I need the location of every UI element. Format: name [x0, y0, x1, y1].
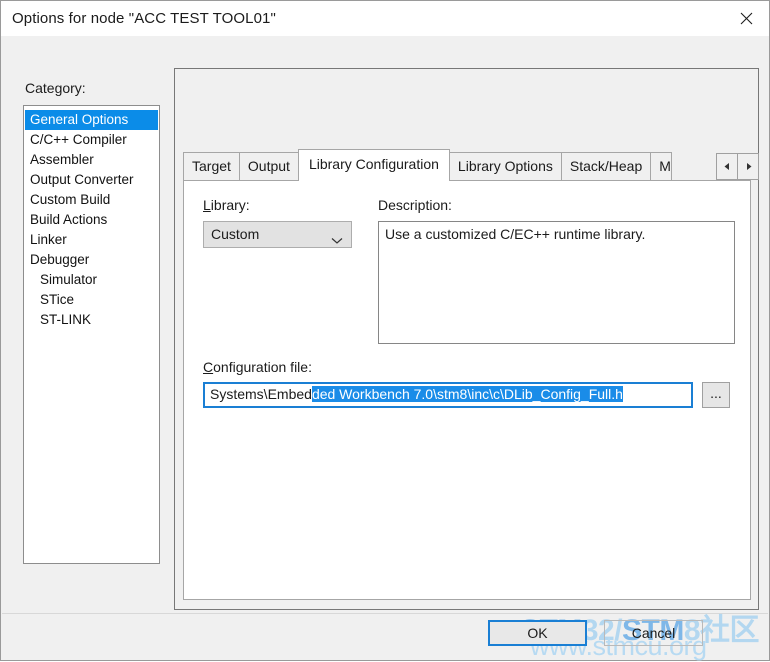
category-list[interactable]: General Options C/C++ Compiler Assembler Ou… [23, 105, 160, 564]
library-dropdown-value: Custom [211, 226, 260, 242]
category-item[interactable]: Debugger [24, 250, 159, 270]
category-item[interactable]: Simulator [24, 270, 159, 290]
category-item[interactable]: Linker [24, 230, 159, 250]
configuration-file-label-rest: onfiguration file: [213, 359, 312, 375]
category-item[interactable]: Output Converter [24, 170, 159, 190]
ok-button[interactable]: OK [488, 620, 587, 646]
title-bar: Options for node "ACC TEST TOOL01" [1, 1, 769, 36]
chevron-down-icon [331, 232, 343, 250]
configuration-file-label: Configuration file: [203, 359, 312, 375]
category-item[interactable]: General Options [25, 110, 158, 130]
triangle-right-icon [744, 162, 753, 171]
category-item[interactable]: C/C++ Compiler [24, 130, 159, 150]
category-label: Category: [25, 80, 86, 96]
description-label: Description: [378, 197, 452, 213]
tab-library-options[interactable]: Library Options [448, 152, 562, 181]
options-dialog: Options for node "ACC TEST TOOL01" Categ… [0, 0, 770, 661]
tab-scroll-left-button[interactable] [716, 153, 738, 180]
tab-stack-heap[interactable]: Stack/Heap [560, 152, 652, 181]
configuration-file-value-selected: ded Workbench 7.0\stm8\inc\c\DLib_Config… [311, 386, 623, 402]
library-dropdown[interactable]: Custom [203, 221, 352, 248]
triangle-left-icon [723, 162, 732, 171]
description-box: Use a customized C/EC++ runtime library. [378, 221, 735, 344]
page-title: Options for node "ACC TEST TOOL01" [12, 10, 276, 27]
tab-library-configuration[interactable]: Library Configuration [297, 149, 450, 181]
library-label-rest: ibrary: [210, 197, 250, 213]
tab-output[interactable]: Output [238, 152, 299, 181]
configuration-file-input[interactable]: Systems\Embedded Workbench 7.0\stm8\inc\… [203, 382, 693, 408]
configuration-file-value-unselected: Systems\Embed [210, 386, 312, 402]
tab-strip: Target Output Library Configuration Library… [183, 149, 759, 181]
category-item[interactable]: ST-LINK [24, 310, 159, 330]
category-item[interactable]: Build Actions [24, 210, 159, 230]
browse-button[interactable]: ... [702, 382, 730, 408]
description-text: Use a customized C/EC++ runtime library. [385, 226, 646, 242]
tab-scroll-right-button[interactable] [737, 153, 759, 180]
tab-scroll-buttons [716, 153, 759, 180]
configuration-file-label-accel: C [203, 359, 214, 375]
category-item[interactable]: Custom Build [24, 190, 159, 210]
library-label: Library: [203, 197, 250, 213]
library-label-accel: L [203, 197, 211, 213]
category-item[interactable]: Assembler [24, 150, 159, 170]
category-item[interactable]: STice [24, 290, 159, 310]
footer-divider [2, 613, 768, 614]
tab-m[interactable]: M [650, 152, 672, 181]
cancel-button[interactable]: Cancel [604, 620, 703, 646]
configuration-file-value: Systems\Embedded Workbench 7.0\stm8\inc\… [210, 386, 623, 402]
tab-target[interactable]: Target [183, 152, 240, 181]
close-button[interactable] [723, 1, 769, 36]
close-icon [740, 12, 753, 25]
